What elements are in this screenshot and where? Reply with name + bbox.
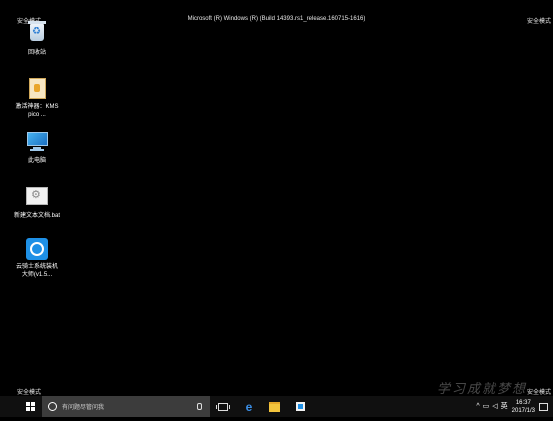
start-button[interactable]: [20, 396, 40, 417]
kmspico-file-icon: [26, 78, 48, 100]
desktop-icon-label: 激活神器：KMSpico ...: [15, 104, 59, 118]
network-icon[interactable]: ▭: [483, 403, 490, 411]
desktop-icon-kmspico[interactable]: 激活神器：KMSpico ...: [14, 77, 60, 119]
search-placeholder: 有问题尽管问我: [62, 405, 105, 411]
taskbar: 有问题尽管问我 e ^ ▭ ◁ 英 16:37 2017/1/3: [0, 396, 553, 417]
chevron-up-icon[interactable]: ^: [476, 403, 479, 411]
windows-logo-icon: [25, 402, 35, 411]
volume-icon[interactable]: ◁: [492, 403, 497, 411]
task-view-icon: [216, 402, 230, 411]
folder-icon: [268, 401, 280, 412]
cortana-search-box[interactable]: 有问题尽管问我: [42, 396, 210, 417]
safe-mode-label-bottom-right: 安全模式: [526, 390, 551, 396]
this-pc-icon: [26, 132, 48, 154]
cortana-icon: [48, 402, 57, 411]
desktop-icon-yunqishi[interactable]: 云骑士系统装机大师(v1.5...: [14, 238, 60, 279]
notification-icon: [538, 402, 548, 411]
store-button[interactable]: [291, 396, 309, 417]
edge-icon: e: [245, 399, 253, 414]
app-icon: [26, 238, 48, 260]
desktop-icon-bat-file[interactable]: 新建文本文档.bat: [14, 184, 60, 220]
desktop-icon-recycle-bin[interactable]: 回收站: [14, 21, 60, 57]
desktop-icon-label: 回收站: [27, 50, 46, 56]
action-center-button[interactable]: [537, 396, 549, 417]
store-icon: [295, 402, 305, 411]
safe-mode-label-bottom-left: 安全模式: [17, 390, 42, 396]
clock-time: 16:37: [515, 399, 531, 406]
clock[interactable]: 16:37 2017/1/3: [512, 399, 535, 415]
desktop-icon-label: 新建文本文档.bat: [14, 213, 61, 219]
watermark-text: 学习成就梦想: [437, 382, 528, 397]
desktop-icon-this-pc[interactable]: 此电脑: [14, 130, 60, 165]
file-explorer-button[interactable]: [265, 396, 283, 417]
bat-file-icon: [26, 187, 48, 209]
system-tray: ^ ▭ ◁ 英 16:37 2017/1/3: [415, 396, 535, 417]
build-info-text: Microsoft (R) Windows (R) (Build 14393.r…: [187, 16, 366, 22]
recycle-bin-icon: [26, 21, 48, 46]
desktop-icon-label: 云骑士系统装机大师(v1.5...: [15, 264, 58, 278]
language-indicator[interactable]: 英: [501, 403, 508, 411]
clock-date: 2017/1/3: [511, 407, 535, 414]
desktop-icon-label: 此电脑: [27, 158, 46, 164]
edge-button[interactable]: e: [240, 396, 258, 417]
microphone-icon[interactable]: [197, 403, 202, 410]
task-view-button[interactable]: [214, 396, 232, 417]
